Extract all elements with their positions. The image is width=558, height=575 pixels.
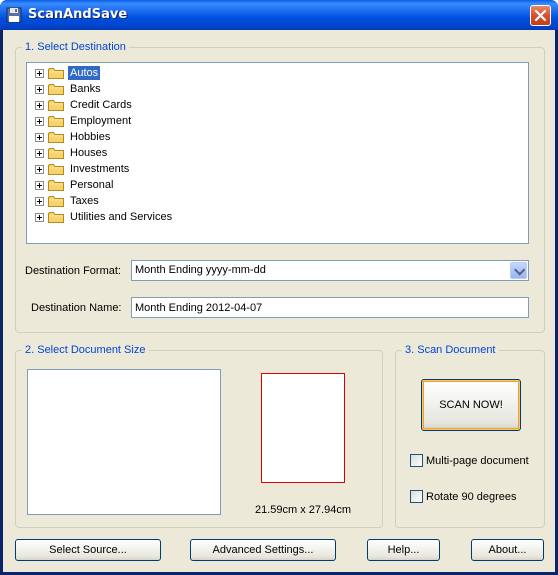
dialog-client-area: 1. Select Destination Autos Banks Credit C… [3, 30, 555, 572]
folder-icon [48, 196, 64, 207]
folder-icon [48, 100, 64, 111]
plus-expander-icon[interactable] [35, 196, 44, 206]
multipage-checkbox-row[interactable]: Multi-page document [410, 454, 529, 467]
paper-size-text: 21.59cm x 27.94cm [255, 504, 351, 516]
tree-item[interactable]: Utilities and Services [35, 209, 174, 225]
chevron-down-icon[interactable] [510, 262, 527, 279]
rotate-checkbox-row[interactable]: Rotate 90 degrees [410, 490, 517, 503]
plus-expander-icon[interactable] [35, 84, 44, 94]
folder-icon [48, 180, 64, 191]
plus-expander-icon[interactable] [35, 164, 44, 174]
scan-document-group-title: 3. Scan Document [402, 343, 499, 357]
plus-expander-icon[interactable] [35, 212, 44, 222]
destination-tree[interactable]: Autos Banks Credit Cards Employment Hobbies H… [26, 62, 529, 244]
plus-expander-icon[interactable] [35, 116, 44, 126]
tree-item-label: Personal [70, 179, 114, 191]
about-button[interactable]: About... [471, 539, 544, 561]
tree-item[interactable]: Houses [35, 145, 109, 161]
destination-name-input[interactable] [132, 298, 522, 317]
folder-icon [48, 116, 64, 127]
close-button[interactable] [530, 5, 551, 26]
help-button[interactable]: Help... [367, 539, 440, 561]
app-window: ScanAndSave 1. Select Destination Autos B… [0, 0, 558, 575]
plus-expander-icon[interactable] [35, 148, 44, 158]
scan-now-button[interactable]: SCAN NOW! [421, 379, 521, 431]
multipage-label: Multi-page document [426, 454, 529, 467]
tree-item[interactable]: Employment [35, 113, 133, 129]
plus-expander-icon[interactable] [35, 180, 44, 190]
rotate-label: Rotate 90 degrees [426, 490, 517, 503]
paper-size-preview [261, 373, 345, 483]
tree-item-label: Hobbies [70, 131, 111, 143]
tree-item[interactable]: Credit Cards [35, 97, 134, 113]
plus-expander-icon[interactable] [35, 68, 44, 78]
destination-format-select[interactable]: Month Ending yyyy-mm-dd [131, 260, 529, 281]
tree-item[interactable]: Autos [35, 65, 101, 81]
destination-name-field[interactable] [131, 297, 529, 318]
plus-expander-icon[interactable] [35, 100, 44, 110]
tree-item-label: Employment [70, 115, 132, 127]
folder-icon [48, 68, 64, 79]
title-bar[interactable]: ScanAndSave [0, 0, 558, 30]
tree-item-label: Houses [70, 147, 108, 159]
tree-item-label: Autos [68, 66, 101, 80]
tree-item-label: Banks [70, 83, 101, 95]
tree-item[interactable]: Banks [35, 81, 103, 97]
tree-item[interactable]: Taxes [35, 193, 101, 209]
close-icon [534, 9, 547, 22]
folder-icon [48, 132, 64, 143]
tree-item-label: Utilities and Services [70, 211, 173, 223]
destination-group-title: 1. Select Destination [22, 40, 129, 54]
rotate-checkbox[interactable] [410, 490, 423, 503]
folder-icon [48, 148, 64, 159]
multipage-checkbox[interactable] [410, 454, 423, 467]
tree-item[interactable]: Investments [35, 161, 131, 177]
folder-icon [48, 212, 64, 223]
destination-format-value: Month Ending yyyy-mm-dd [135, 264, 266, 276]
window-title: ScanAndSave [28, 7, 128, 22]
floppy-disk-icon [6, 7, 22, 23]
tree-item[interactable]: Hobbies [35, 129, 112, 145]
tree-item-label: Investments [70, 163, 130, 175]
tree-item-label: Taxes [70, 195, 99, 207]
folder-icon [48, 164, 64, 175]
document-size-group-title: 2. Select Document Size [22, 343, 149, 357]
document-size-list[interactable] [27, 369, 221, 515]
tree-item[interactable]: Personal [35, 177, 115, 193]
destination-name-label: Destination Name: [31, 302, 122, 314]
plus-expander-icon[interactable] [35, 132, 44, 142]
tree-item-label: Credit Cards [70, 99, 132, 111]
advanced-settings-button[interactable]: Advanced Settings... [190, 539, 336, 561]
folder-icon [48, 84, 64, 95]
destination-format-label: Destination Format: [25, 265, 121, 277]
select-source-button[interactable]: Select Source... [15, 539, 161, 561]
